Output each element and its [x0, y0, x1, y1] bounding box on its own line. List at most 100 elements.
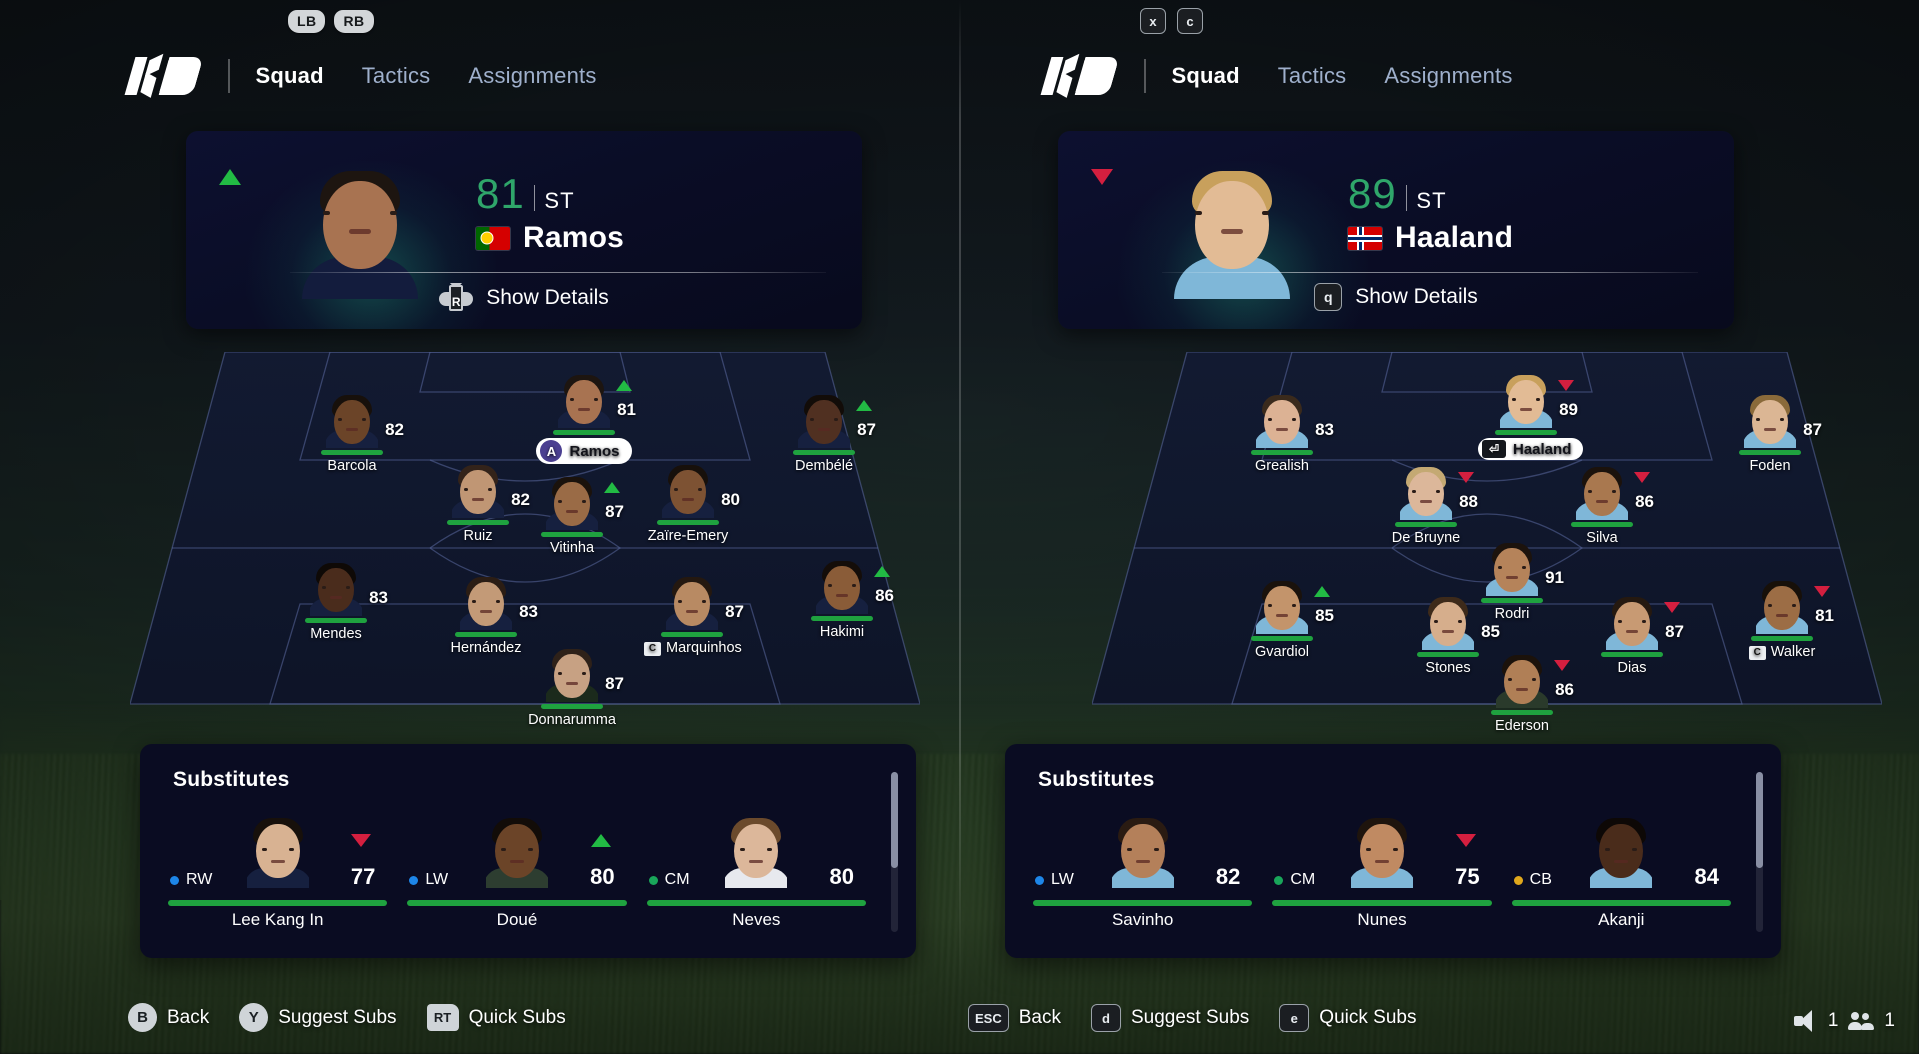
player-fitness-bar — [1571, 522, 1633, 527]
tab-assignments-left[interactable]: Assignments — [468, 63, 596, 89]
substitute-item[interactable]: CM 80 Neves — [637, 816, 876, 936]
pitch-player-token[interactable]: 80 Zaïre-Emery — [640, 462, 740, 544]
pitch-player-token[interactable]: 87 C Marquinhos — [644, 574, 744, 656]
tab-assignments-right[interactable]: Assignments — [1384, 63, 1512, 89]
player-fitness-bar — [1395, 522, 1457, 527]
tab-tactics-left[interactable]: Tactics — [362, 63, 431, 89]
substitute-item[interactable]: CB 84 Akanji — [1502, 816, 1741, 936]
scrollbar-thumb[interactable] — [1756, 772, 1763, 868]
substitute-item[interactable]: CM 75 Nunes — [1262, 816, 1501, 936]
player-rating-block-right: 89 ST — [1348, 173, 1447, 215]
substitutes-scrollbar-left[interactable] — [891, 772, 898, 932]
pitch-player-name-row: Grealish — [1234, 458, 1330, 474]
substitute-rating: 84 — [1694, 864, 1719, 889]
right-stick-label: R — [449, 285, 464, 311]
player-face-icon — [460, 574, 512, 630]
pitch-player-name: Stones — [1425, 660, 1471, 676]
tab-squad-left[interactable]: Squad — [256, 63, 324, 89]
player-face-icon — [1486, 540, 1538, 596]
substitute-rating: 77 — [350, 864, 376, 889]
button-glyph-rt: RT — [426, 1004, 459, 1031]
key-c-button[interactable]: c — [1177, 8, 1203, 34]
rb-bumper-button[interactable]: RB — [334, 10, 374, 34]
key-q-icon[interactable]: q — [1314, 283, 1343, 311]
pitch-player-token[interactable]: 86 Ederson — [1474, 652, 1574, 734]
action-quick-subs[interactable]: RT Quick Subs — [426, 1004, 566, 1031]
players-count: 1 — [1884, 1010, 1895, 1031]
pitch-player-token[interactable]: 87 Dias — [1584, 594, 1684, 676]
trend-down-icon — [1091, 169, 1113, 185]
pitch-player-token[interactable]: 83 Grealish — [1234, 392, 1334, 474]
pitch-player-token[interactable]: 87 Donnarumma — [524, 646, 624, 728]
pitch-left[interactable]: 82 Barcola 81 A Ramos 87 Dembélé 82 Ruiz… — [130, 352, 920, 728]
pitch-player-token[interactable]: 87 Foden — [1722, 392, 1822, 474]
pitch-player-name-row: Ruiz — [430, 528, 526, 544]
position-dot-icon — [1513, 875, 1523, 885]
tab-squad-right[interactable]: Squad — [1172, 63, 1240, 89]
substitute-position-label: LW — [425, 871, 449, 888]
lb-bumper-button[interactable]: LB — [288, 10, 326, 34]
player-fitness-bar — [541, 704, 603, 709]
action-suggest-subs[interactable]: Y Suggest Subs — [239, 1003, 397, 1032]
substitutes-title-right: Substitutes — [1038, 768, 1155, 791]
pitch-player-token[interactable]: 88 De Bruyne — [1378, 464, 1478, 546]
substitute-item[interactable]: LW 80 Doué — [397, 816, 636, 936]
pitch-player-name-row: Mendes — [288, 626, 384, 642]
pitch-player-token[interactable]: 81 C Walker — [1734, 578, 1834, 660]
trend-up-icon — [856, 400, 872, 411]
tab-list-left: Squad Tactics Assignments — [256, 63, 597, 89]
selected-player-card-left[interactable]: 81 ST Ramos R Show Details — [186, 131, 862, 329]
substitute-item[interactable]: LW 82 Savinho — [1023, 816, 1262, 936]
tab-tactics-right[interactable]: Tactics — [1278, 63, 1347, 89]
pitch-player-token[interactable]: 87 Vitinha — [524, 474, 624, 556]
pitch-player-name: Hernández — [450, 640, 522, 656]
pitch-player-token[interactable]: 86 Hakimi — [794, 558, 894, 640]
pitch-player-token[interactable]: 89 ⏎ Haaland — [1478, 372, 1584, 460]
nav-separator — [1144, 59, 1146, 93]
substitute-name: Nunes — [1357, 910, 1407, 929]
player-fitness-bar — [305, 618, 367, 623]
selected-player-pill: ⏎ Haaland — [1478, 438, 1584, 460]
pitch-player-name-row: Gvardiol — [1234, 644, 1330, 660]
trend-up-icon — [616, 380, 632, 391]
substitutes-scrollbar-right[interactable] — [1756, 772, 1763, 932]
scrollbar-thumb[interactable] — [891, 772, 898, 868]
pitch-player-token[interactable]: 82 Ruiz — [430, 462, 530, 544]
pitch-player-token[interactable]: 87 Dembélé — [776, 392, 876, 474]
selected-player-card-right[interactable]: 89 ST Haaland q Show Details — [1058, 131, 1734, 329]
pitch-player-name-row: Foden — [1722, 458, 1818, 474]
substitutes-panel-left[interactable]: Substitutes RW 77 Lee Kang In LW 80 Doué… — [140, 744, 916, 958]
pitch-player-rating: 86 — [875, 586, 894, 605]
substitutes-panel-right[interactable]: Substitutes LW 82 Savinho CM 75 Nunes CB… — [1005, 744, 1781, 958]
pitch-player-rating: 86 — [1635, 492, 1654, 511]
pitch-right[interactable]: 83 Grealish 89 ⏎ Haaland 87 Foden 88 De … — [1092, 352, 1882, 734]
pitch-player-token[interactable]: 83 Mendes — [288, 560, 388, 642]
player-name-left: Ramos — [523, 221, 625, 254]
player-face-icon — [485, 816, 548, 888]
substitute-position: LW — [409, 871, 448, 889]
key-x-button[interactable]: x — [1140, 8, 1166, 34]
action-back[interactable]: ESC Back — [968, 1004, 1061, 1032]
pitch-player-token[interactable]: 82 Barcola — [304, 392, 404, 474]
pitch-player-name-row: Donnarumma — [524, 712, 620, 728]
substitute-item[interactable]: RW 77 Lee Kang In — [158, 816, 397, 936]
show-details-button-left[interactable]: R Show Details — [186, 283, 862, 313]
player-face-icon — [326, 392, 378, 448]
pitch-player-token[interactable]: 83 Hernández — [438, 574, 538, 656]
player-fitness-bar — [168, 900, 388, 906]
pitch-player-name: Gvardiol — [1255, 644, 1309, 660]
action-back[interactable]: B Back — [128, 1003, 209, 1032]
pitch-player-name: C Walker — [1748, 644, 1815, 660]
show-details-button-right[interactable]: q Show Details — [1058, 283, 1734, 311]
player-face-icon — [1756, 578, 1808, 634]
pitch-player-name-row: Barcola — [304, 458, 400, 474]
pitch-player-name: Barcola — [327, 458, 377, 474]
pitch-player-token[interactable]: 81 A Ramos — [536, 372, 636, 464]
pitch-player-token[interactable]: 85 Gvardiol — [1234, 578, 1334, 660]
pitch-player-token[interactable]: 86 Silva — [1554, 464, 1654, 546]
button-glyph-e: e — [1279, 1004, 1310, 1032]
action-suggest-subs[interactable]: d Suggest Subs — [1090, 1004, 1249, 1032]
substitute-name: Doué — [496, 910, 538, 929]
action-quick-subs[interactable]: e Quick Subs — [1279, 1004, 1416, 1032]
player-face-icon — [1111, 816, 1174, 888]
